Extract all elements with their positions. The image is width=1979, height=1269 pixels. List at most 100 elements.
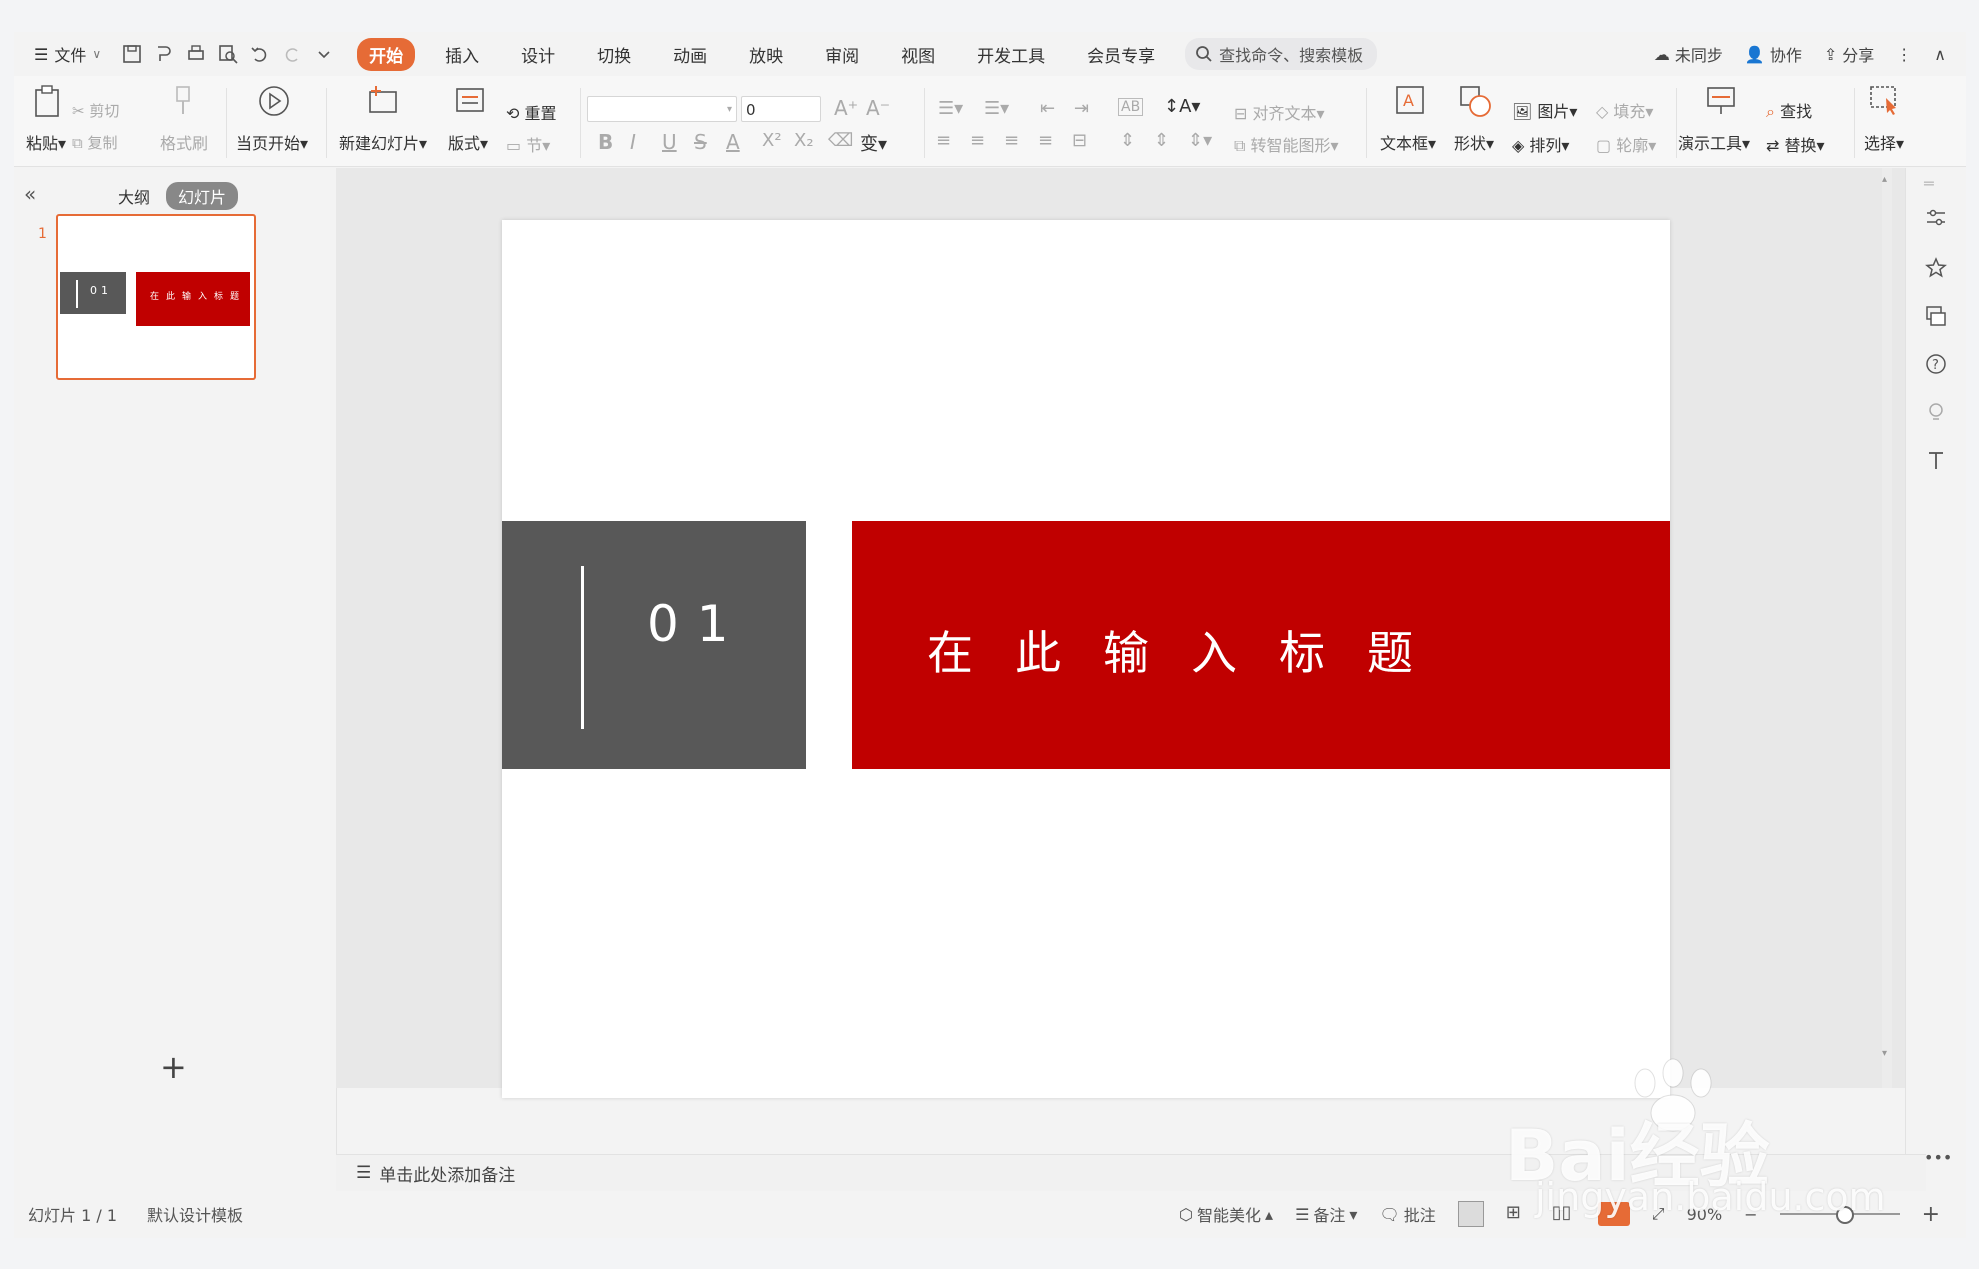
phonetic-guide-icon[interactable]: 变▾: [860, 130, 887, 156]
bullet-list-icon[interactable]: ☰▾: [938, 98, 963, 119]
line-spacing-options-icon[interactable]: ⇕▾: [1188, 130, 1212, 151]
number-block[interactable]: 01: [502, 521, 806, 769]
copy-slides-icon[interactable]: [1924, 304, 1948, 328]
smart-beautify-button[interactable]: ⬡ 智能美化 ▴: [1179, 1202, 1273, 1226]
italic-icon[interactable]: I: [630, 130, 636, 154]
print-icon[interactable]: [185, 43, 207, 65]
vertical-scrollbar[interactable]: ▴ ▾: [1882, 168, 1892, 1088]
arrange-button[interactable]: ◈ 排列▾: [1512, 132, 1569, 156]
layout-button[interactable]: 版式▾: [448, 130, 488, 154]
distribute-icon[interactable]: ⊟: [1072, 130, 1087, 151]
add-slide-button[interactable]: +: [160, 1048, 187, 1086]
normal-view-icon[interactable]: [1457, 1201, 1484, 1227]
cut-button[interactable]: ✂ 剪切: [72, 100, 119, 121]
tab-design[interactable]: 设计: [509, 38, 567, 71]
undo-icon[interactable]: [249, 43, 271, 65]
font-size-input[interactable]: 0: [741, 96, 821, 122]
font-color-icon[interactable]: A: [726, 130, 740, 154]
format-painter-button[interactable]: 格式刷: [160, 130, 208, 154]
align-text-button[interactable]: ⊟ 对齐文本▾: [1234, 100, 1325, 124]
textbox-button[interactable]: 文本框▾: [1380, 130, 1436, 154]
justify-icon[interactable]: ≡: [1038, 130, 1053, 151]
line-spacing-icon[interactable]: ↕A▾: [1164, 96, 1200, 117]
find-button[interactable]: ⌕ 查找: [1766, 98, 1812, 122]
section-button[interactable]: ▭ 节▾: [506, 132, 550, 156]
slide-title-text[interactable]: 在此输入标题: [927, 617, 1455, 683]
replace-button[interactable]: ⇄ 替换▾: [1766, 132, 1825, 156]
fill-button[interactable]: ◇ 填充▾: [1596, 98, 1653, 122]
text-format-icon[interactable]: [1924, 448, 1948, 472]
bold-icon[interactable]: B: [598, 130, 613, 154]
tab-slideshow[interactable]: 放映: [737, 38, 795, 71]
drag-handle-icon[interactable]: ═: [1924, 174, 1948, 198]
save-icon[interactable]: [121, 43, 143, 65]
presentation-tools-icon[interactable]: [1704, 84, 1738, 118]
align-right-icon[interactable]: ≡: [1004, 130, 1019, 151]
decrease-indent-icon[interactable]: ⇤: [1040, 98, 1055, 119]
copy-button[interactable]: ⧉ 复制: [72, 132, 118, 153]
tab-home[interactable]: 开始: [357, 37, 416, 71]
design-template[interactable]: 默认设计模板: [147, 1202, 243, 1226]
scroll-up-icon[interactable]: ▴: [1882, 174, 1887, 185]
tab-slides[interactable]: 幻灯片: [166, 182, 239, 210]
new-slide-button[interactable]: 新建幻灯片▾: [339, 130, 427, 154]
settings-sliders-icon[interactable]: [1924, 206, 1948, 230]
paste-button[interactable]: 粘贴▾: [26, 130, 66, 154]
redo-icon[interactable]: [281, 43, 303, 65]
increase-indent-icon[interactable]: ⇥: [1074, 98, 1089, 119]
select-button[interactable]: 选择▾: [1864, 130, 1904, 154]
shapes-icon[interactable]: [1458, 84, 1492, 118]
file-menu-button[interactable]: ☰ 文件 ∨: [34, 42, 101, 66]
tab-review[interactable]: 审阅: [813, 38, 871, 71]
format-painter-icon[interactable]: [172, 84, 194, 118]
new-slide-icon[interactable]: [366, 84, 400, 118]
notes-toggle-button[interactable]: ☰ 备注 ▾: [1295, 1202, 1357, 1226]
reset-button[interactable]: ⟲ 重置: [506, 100, 557, 124]
slide-thumbnail[interactable]: 01 在此输入标题: [56, 214, 256, 380]
tab-animations[interactable]: 动画: [661, 38, 719, 71]
tab-view[interactable]: 视图: [889, 38, 947, 71]
play-current-button[interactable]: 当页开始▾: [236, 130, 308, 154]
title-block[interactable]: 在此输入标题: [852, 521, 1670, 769]
align-center-icon[interactable]: ≡: [970, 130, 985, 151]
columns-icon[interactable]: ⇕: [1154, 130, 1169, 151]
export-icon[interactable]: [153, 43, 175, 65]
shrink-font-icon[interactable]: A⁻: [866, 96, 890, 120]
paste-icon[interactable]: [32, 84, 62, 118]
shapes-button[interactable]: 形状▾: [1454, 130, 1494, 154]
tab-outline[interactable]: 大纲: [106, 182, 162, 210]
tab-transitions[interactable]: 切换: [585, 38, 643, 71]
comments-button[interactable]: 🗨 批注: [1379, 1202, 1435, 1226]
superscript-icon[interactable]: X²: [762, 130, 782, 151]
customize-toolbar-icon[interactable]: [313, 43, 335, 65]
star-icon[interactable]: [1924, 256, 1948, 280]
command-search[interactable]: 查找命令、搜索模板: [1185, 38, 1378, 70]
picture-button[interactable]: 🖼 图片▾: [1512, 98, 1577, 122]
collapse-pane-icon[interactable]: «: [24, 182, 36, 206]
text-direction-icon[interactable]: AB: [1118, 98, 1144, 116]
grow-font-icon[interactable]: A⁺: [834, 96, 858, 120]
lightbulb-icon[interactable]: [1924, 400, 1948, 424]
play-icon[interactable]: [257, 84, 291, 118]
select-icon[interactable]: [1868, 84, 1902, 118]
tab-developer[interactable]: 开发工具: [965, 38, 1057, 71]
font-name-input[interactable]: ▾: [587, 96, 737, 122]
share-button[interactable]: ⇪ 分享: [1824, 42, 1874, 66]
outline-button[interactable]: ▢ 轮廓▾: [1596, 132, 1656, 156]
collaborate-button[interactable]: 👤 协作: [1745, 42, 1802, 66]
tab-member[interactable]: 会员专享: [1075, 38, 1167, 71]
layout-icon[interactable]: [454, 84, 486, 116]
collapse-ribbon-icon[interactable]: ∧: [1934, 45, 1946, 64]
eraser-icon[interactable]: ⌫: [828, 130, 853, 151]
presentation-tools-button[interactable]: 演示工具▾: [1678, 130, 1750, 154]
slide[interactable]: 01 在此输入标题: [502, 220, 1670, 1098]
strikethrough-icon[interactable]: S: [694, 130, 707, 154]
section-number-text[interactable]: 01: [647, 595, 747, 653]
smartart-button[interactable]: ⧉ 转智能图形▾: [1234, 132, 1339, 156]
paragraph-spacing-icon[interactable]: ⇕: [1120, 130, 1135, 151]
align-left-icon[interactable]: ≡: [936, 130, 951, 151]
print-preview-icon[interactable]: [217, 43, 239, 65]
help-icon[interactable]: ?: [1924, 352, 1948, 376]
underline-icon[interactable]: U: [662, 130, 677, 154]
subscript-icon[interactable]: X₂: [794, 130, 814, 151]
